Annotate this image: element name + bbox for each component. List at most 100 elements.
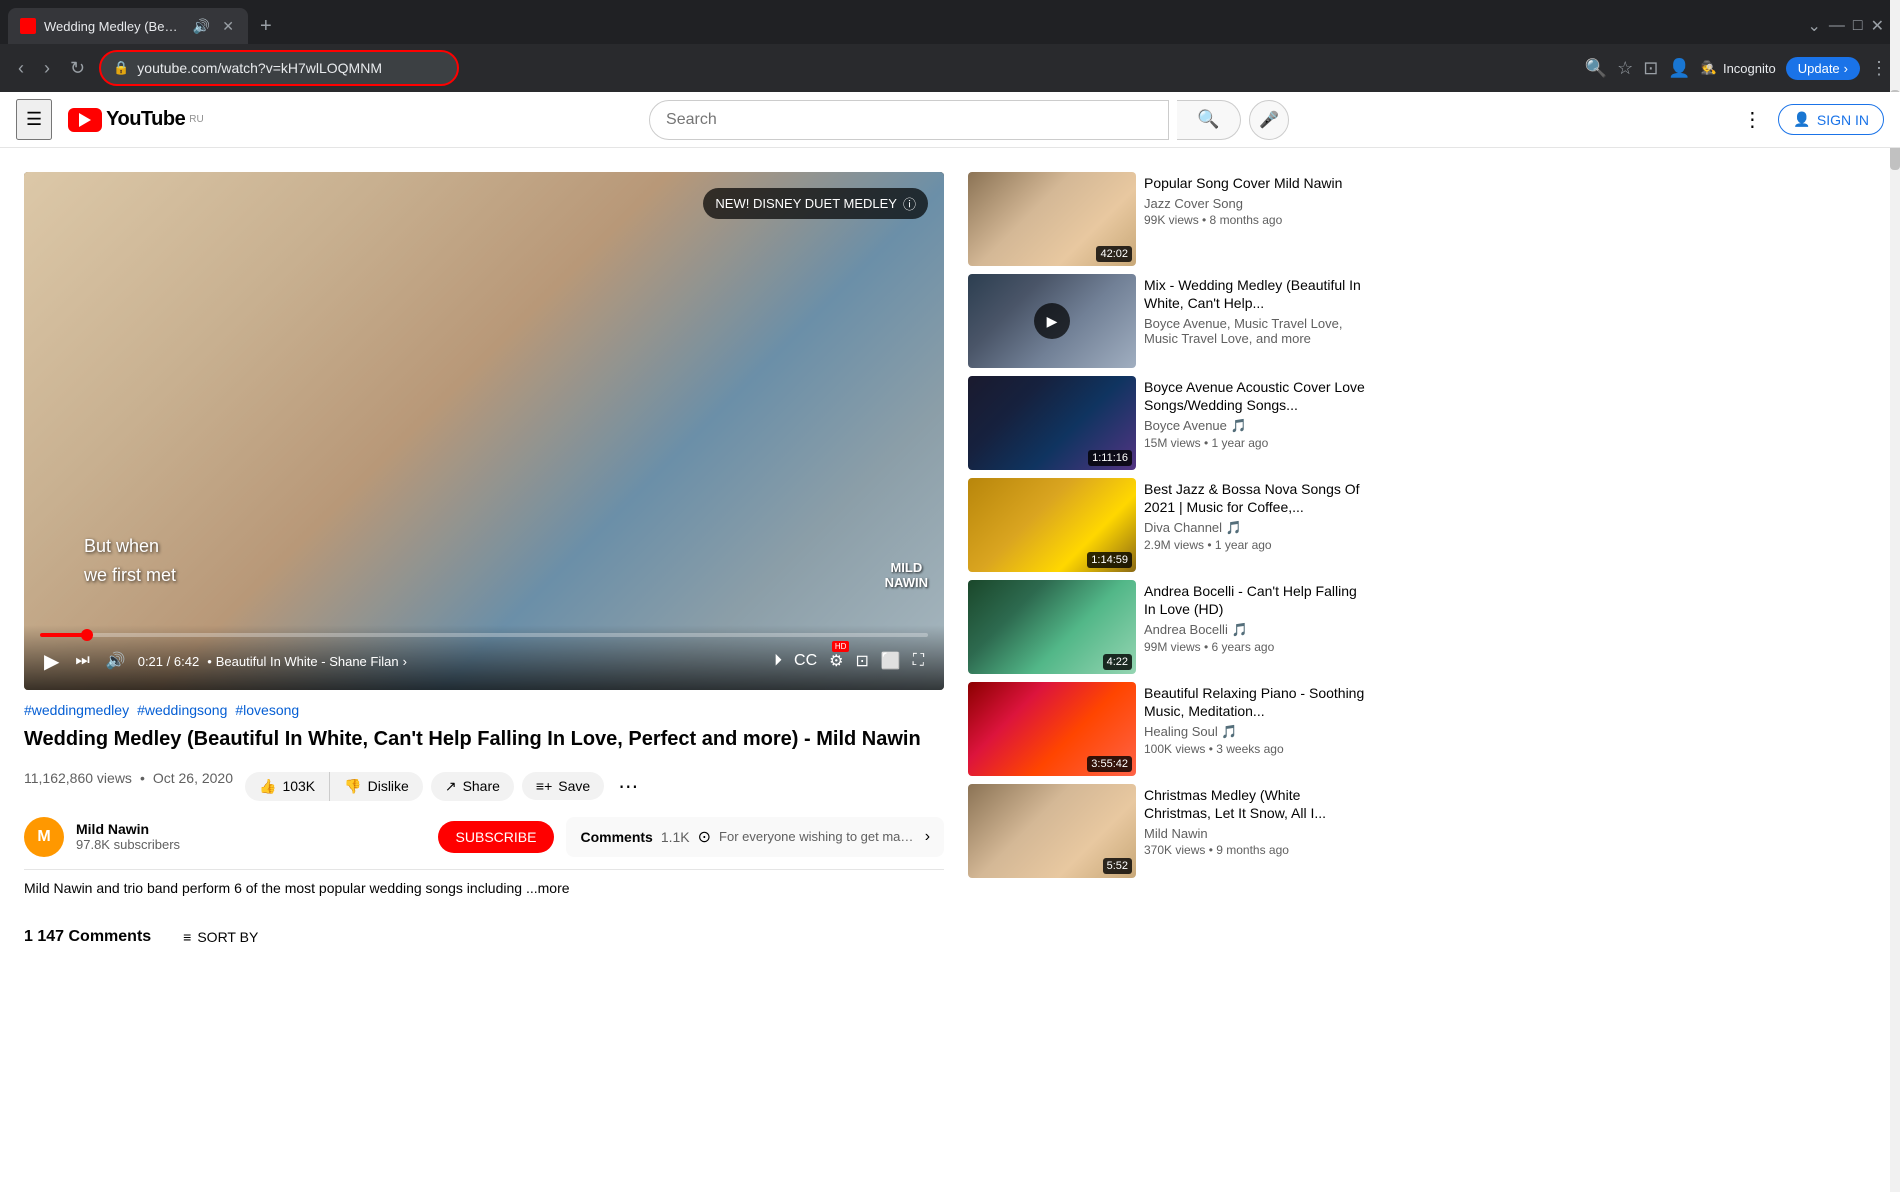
- sidebar-video-0[interactable]: 42:02 Popular Song Cover Mild Nawin Jazz…: [968, 172, 1370, 266]
- description-more[interactable]: ...more: [526, 880, 570, 896]
- youtube-logo[interactable]: YouTubeRU: [68, 108, 204, 132]
- lock-icon: 🔒: [113, 60, 129, 76]
- volume-button[interactable]: 🔊: [102, 647, 130, 675]
- tab-mute-icon[interactable]: 🔊: [191, 16, 212, 37]
- sidebar-video-5[interactable]: 3:55:42 Beautiful Relaxing Piano - Sooth…: [968, 682, 1370, 776]
- bookmark-icon[interactable]: ☆: [1617, 58, 1633, 79]
- fullscreen-button[interactable]: ⛶: [909, 648, 928, 674]
- comments-preview[interactable]: Comments 1.1K ⊙ For everyone wishing to …: [566, 817, 944, 857]
- comments-header: 1 147 Comments ≡ SORT BY: [24, 923, 944, 951]
- progress-fill: [40, 633, 87, 637]
- next-button[interactable]: ⏭: [71, 648, 93, 674]
- sidebar-thumbnail-5: 3:55:42: [968, 682, 1136, 776]
- sidebar-duration-3: 1:14:59: [1087, 552, 1132, 568]
- sidebar-title-2: Boyce Avenue Acoustic Cover Love Songs/W…: [1144, 378, 1370, 414]
- search-button[interactable]: 🔍: [1177, 100, 1241, 140]
- forward-button[interactable]: ›: [38, 54, 56, 83]
- refresh-button[interactable]: ↻: [64, 54, 91, 83]
- video-thumbnail: [24, 172, 944, 690]
- hashtag-weddingsong[interactable]: #weddingsong: [137, 702, 227, 718]
- browser-menu-icon[interactable]: ⋮: [1870, 58, 1888, 79]
- sidebar-video-2[interactable]: 1:11:16 Boyce Avenue Acoustic Cover Love…: [968, 376, 1370, 470]
- search-input[interactable]: [650, 111, 1168, 129]
- sidebar-video-3[interactable]: 1:14:59 Best Jazz & Bossa Nova Songs Of …: [968, 478, 1370, 572]
- tab-bar: Wedding Medley (Beautiful... 🔊 ✕ + ⌄ — □…: [0, 0, 1900, 44]
- channel-subscribers: 97.8K subscribers: [76, 837, 426, 852]
- progress-bar[interactable]: [40, 633, 928, 637]
- new-tab-button[interactable]: +: [252, 11, 280, 42]
- save-button[interactable]: ≡+ Save: [522, 772, 604, 800]
- bullet: •: [207, 654, 212, 669]
- settings-button[interactable]: ⚙: [825, 647, 847, 675]
- update-arrow-icon: ›: [1844, 61, 1848, 76]
- theater-button[interactable]: ⬜: [877, 647, 905, 675]
- channel-avatar[interactable]: M: [24, 817, 64, 857]
- info-icon[interactable]: ⓘ: [903, 194, 916, 213]
- hashtag-weddingmedley[interactable]: #weddingmedley: [24, 702, 129, 718]
- search-icon[interactable]: 🔍: [1585, 58, 1607, 79]
- more-options-button[interactable]: ⋮: [1734, 99, 1770, 140]
- youtube-page: ☰ YouTubeRU 🔍 🎤 ⋮ 👤 SIGN IN: [0, 92, 1900, 1192]
- sidebar-video-1[interactable]: ▶ Mix - Wedding Medley (Beautiful In Whi…: [968, 274, 1370, 368]
- video-meta: 11,162,860 views • Oct 26, 2020: [24, 770, 233, 786]
- sidebar-video-6[interactable]: 5:52 Christmas Medley (White Christmas, …: [968, 784, 1370, 878]
- like-icon: 👍: [259, 778, 276, 795]
- autoplay-button[interactable]: ⏵: [770, 648, 786, 674]
- browser-chrome: Wedding Medley (Beautiful... 🔊 ✕ + ⌄ — □…: [0, 0, 1900, 92]
- header-right: ⋮ 👤 SIGN IN: [1734, 99, 1884, 140]
- tab-close-icon[interactable]: ✕: [220, 16, 236, 37]
- sidebar-channel-4: Andrea Bocelli 🎵: [1144, 622, 1370, 638]
- window-maximize-icon[interactable]: □: [1853, 17, 1863, 35]
- voice-search-button[interactable]: 🎤: [1249, 100, 1289, 140]
- youtube-logo-text: YouTube: [106, 108, 185, 131]
- video-player[interactable]: NEW! DISNEY DUET MEDLEY ⓘ But when we fi…: [24, 172, 944, 690]
- comments-count: 1.1K: [661, 829, 690, 845]
- subtitle-button[interactable]: CC: [790, 648, 821, 674]
- video-actions: 👍 103K 👎 Dislike ↗ Share ≡+: [245, 768, 644, 805]
- sidebar-thumbnail-0: 42:02: [968, 172, 1136, 266]
- sidebar-video-4[interactable]: 4:22 Andrea Bocelli - Can't Help Falling…: [968, 580, 1370, 674]
- video-title: Wedding Medley (Beautiful In White, Can'…: [24, 726, 944, 752]
- sort-button[interactable]: ≡ SORT BY: [175, 923, 266, 951]
- progress-thumb[interactable]: [81, 629, 93, 641]
- dislike-button[interactable]: 👎 Dislike: [330, 772, 423, 801]
- comment-arrow-icon[interactable]: ›: [925, 828, 930, 846]
- share-icon: ↗: [445, 778, 457, 795]
- sidebar: 42:02 Popular Song Cover Mild Nawin Jazz…: [968, 172, 1370, 951]
- youtube-logo-icon: [68, 108, 102, 132]
- person-icon: 👤: [1793, 111, 1810, 128]
- address-bar[interactable]: [137, 60, 445, 76]
- channel-row: M Mild Nawin 97.8K subscribers SUBSCRIBE…: [24, 817, 944, 870]
- video-description: Mild Nawin and trio band perform 6 of th…: [24, 878, 570, 899]
- window-menu-icon[interactable]: ⌄: [1808, 16, 1821, 36]
- channel-name[interactable]: Mild Nawin: [76, 821, 426, 837]
- sidebar-title-3: Best Jazz & Bossa Nova Songs Of 2021 | M…: [1144, 480, 1370, 516]
- hashtag-lovesong[interactable]: #lovesong: [235, 702, 299, 718]
- window-controls: ⌄ — □ ✕: [1808, 16, 1892, 36]
- share-button[interactable]: ↗ Share: [431, 772, 514, 801]
- sidebar-meta-3: 2.9M views • 1 year ago: [1144, 538, 1370, 552]
- tab-overview-icon[interactable]: ⊡: [1643, 58, 1658, 79]
- miniplayer-button[interactable]: ⊡: [851, 647, 872, 675]
- subscribe-button[interactable]: SUBSCRIBE: [438, 821, 555, 853]
- back-button[interactable]: ‹: [12, 54, 30, 83]
- browser-toolbar: ‹ › ↻ 🔒 🔍 ☆ ⊡ 👤 🕵 Incognito Update › ⋮: [0, 44, 1900, 92]
- window-minimize-icon[interactable]: —: [1829, 17, 1845, 35]
- play-button[interactable]: ▶: [40, 645, 63, 678]
- search-bar: [649, 100, 1169, 140]
- address-bar-container[interactable]: 🔒: [99, 50, 459, 86]
- sign-in-button[interactable]: 👤 SIGN IN: [1778, 104, 1884, 135]
- more-actions-button[interactable]: ⋯: [612, 768, 644, 805]
- sidebar-channel-6: Mild Nawin: [1144, 826, 1370, 841]
- scrollbar[interactable]: [1890, 0, 1900, 1192]
- comments-count-big: 1 147 Comments: [24, 928, 151, 946]
- sidebar-title-1: Mix - Wedding Medley (Beautiful In White…: [1144, 276, 1370, 312]
- hamburger-menu-button[interactable]: ☰: [16, 99, 52, 140]
- update-button[interactable]: Update ›: [1786, 57, 1860, 80]
- active-tab[interactable]: Wedding Medley (Beautiful... 🔊 ✕: [8, 8, 248, 44]
- sidebar-info-2: Boyce Avenue Acoustic Cover Love Songs/W…: [1144, 376, 1370, 470]
- window-close-icon[interactable]: ✕: [1871, 16, 1884, 36]
- profile-icon[interactable]: 👤: [1668, 58, 1690, 79]
- chapter-display[interactable]: • Beautiful In White - Shane Filan ›: [207, 654, 407, 669]
- like-button[interactable]: 👍 103K: [245, 772, 330, 801]
